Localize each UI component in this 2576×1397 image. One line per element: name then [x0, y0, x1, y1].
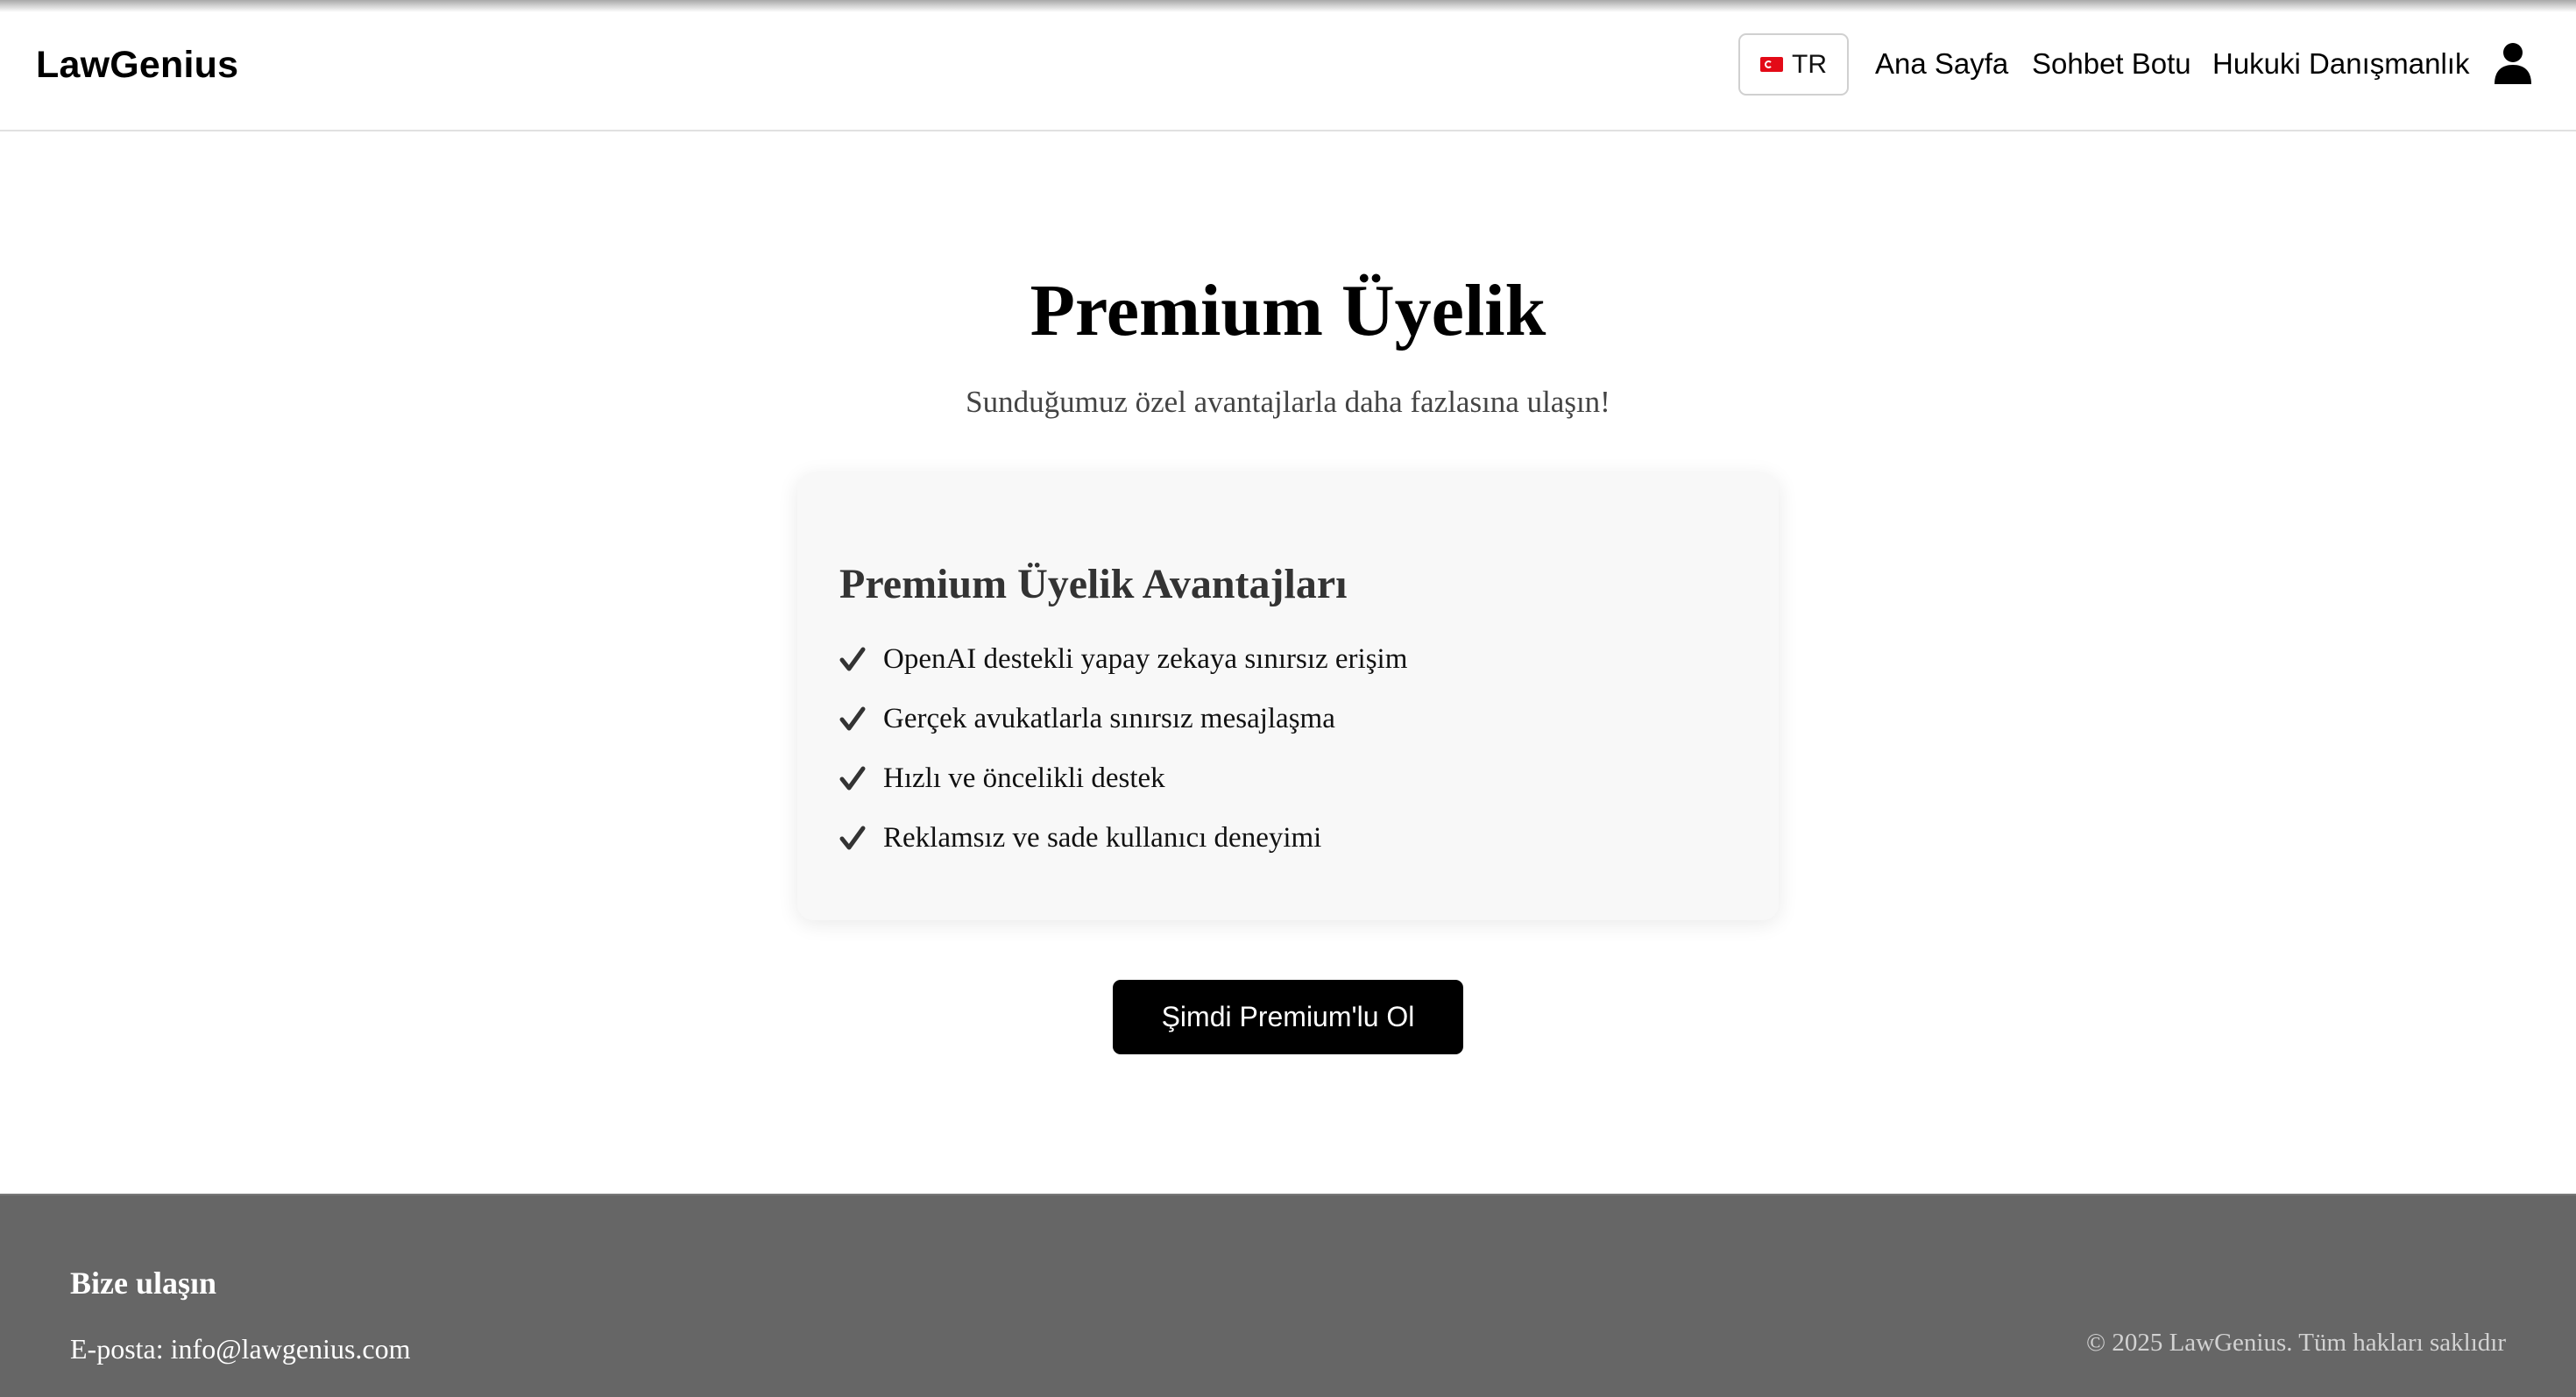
benefit-item: Gerçek avukatlarla sınırsız mesajlaşma: [839, 689, 1407, 748]
benefits-title: Premium Üyelik Avantajları: [839, 561, 1348, 607]
nav-link-chatbot[interactable]: Sohbet Botu: [2032, 44, 2191, 84]
nav-link-home[interactable]: Ana Sayfa: [1875, 44, 2008, 84]
benefit-text: Hızlı ve öncelikli destek: [883, 762, 1165, 794]
benefit-text: Gerçek avukatlarla sınırsız mesajlaşma: [883, 702, 1335, 734]
benefit-item: Hızlı ve öncelikli destek: [839, 748, 1407, 808]
logo[interactable]: LawGenius: [36, 40, 238, 89]
language-code: TR: [1792, 49, 1827, 79]
checkmark-icon: [839, 647, 866, 671]
benefit-text: Reklamsız ve sade kullanıcı deneyimi: [883, 821, 1322, 854]
turkey-flag-icon: [1760, 57, 1783, 72]
footer-contact-title: Bize ulaşın: [70, 1266, 217, 1301]
footer-copyright: © 2025 LawGenius. Tüm hakları saklıdır: [2086, 1329, 2506, 1357]
language-selector[interactable]: TR: [1738, 33, 1849, 96]
benefit-item: OpenAI destekli yapay zekaya sınırsız er…: [839, 629, 1407, 689]
checkmark-icon: [839, 706, 866, 731]
benefits-list: OpenAI destekli yapay zekaya sınırsız er…: [839, 629, 1407, 868]
page-title: Premium Üyelik: [1030, 270, 1546, 351]
benefit-text: OpenAI destekli yapay zekaya sınırsız er…: [883, 642, 1408, 675]
checkmark-icon: [839, 826, 866, 850]
benefits-card: Premium Üyelik Avantajları OpenAI destek…: [797, 473, 1779, 920]
user-icon[interactable]: [2494, 42, 2532, 84]
site-header: LawGenius TR Ana Sayfa Sohbet Botu Hukuk…: [0, 0, 2576, 131]
benefit-item: Reklamsız ve sade kullanıcı deneyimi: [839, 808, 1407, 868]
nav-link-legal-advice[interactable]: Hukuki Danışmanlık: [2212, 44, 2469, 84]
page-subtitle: Sunduğumuz özel avantajlarla daha fazlas…: [966, 385, 1610, 419]
footer-email[interactable]: E-posta: info@lawgenius.com: [70, 1329, 411, 1369]
checkmark-icon: [839, 766, 866, 791]
site-footer: Bize ulaşın E-posta: info@lawgenius.com …: [0, 1194, 2576, 1397]
go-premium-button[interactable]: Şimdi Premium'lu Ol: [1113, 980, 1463, 1054]
